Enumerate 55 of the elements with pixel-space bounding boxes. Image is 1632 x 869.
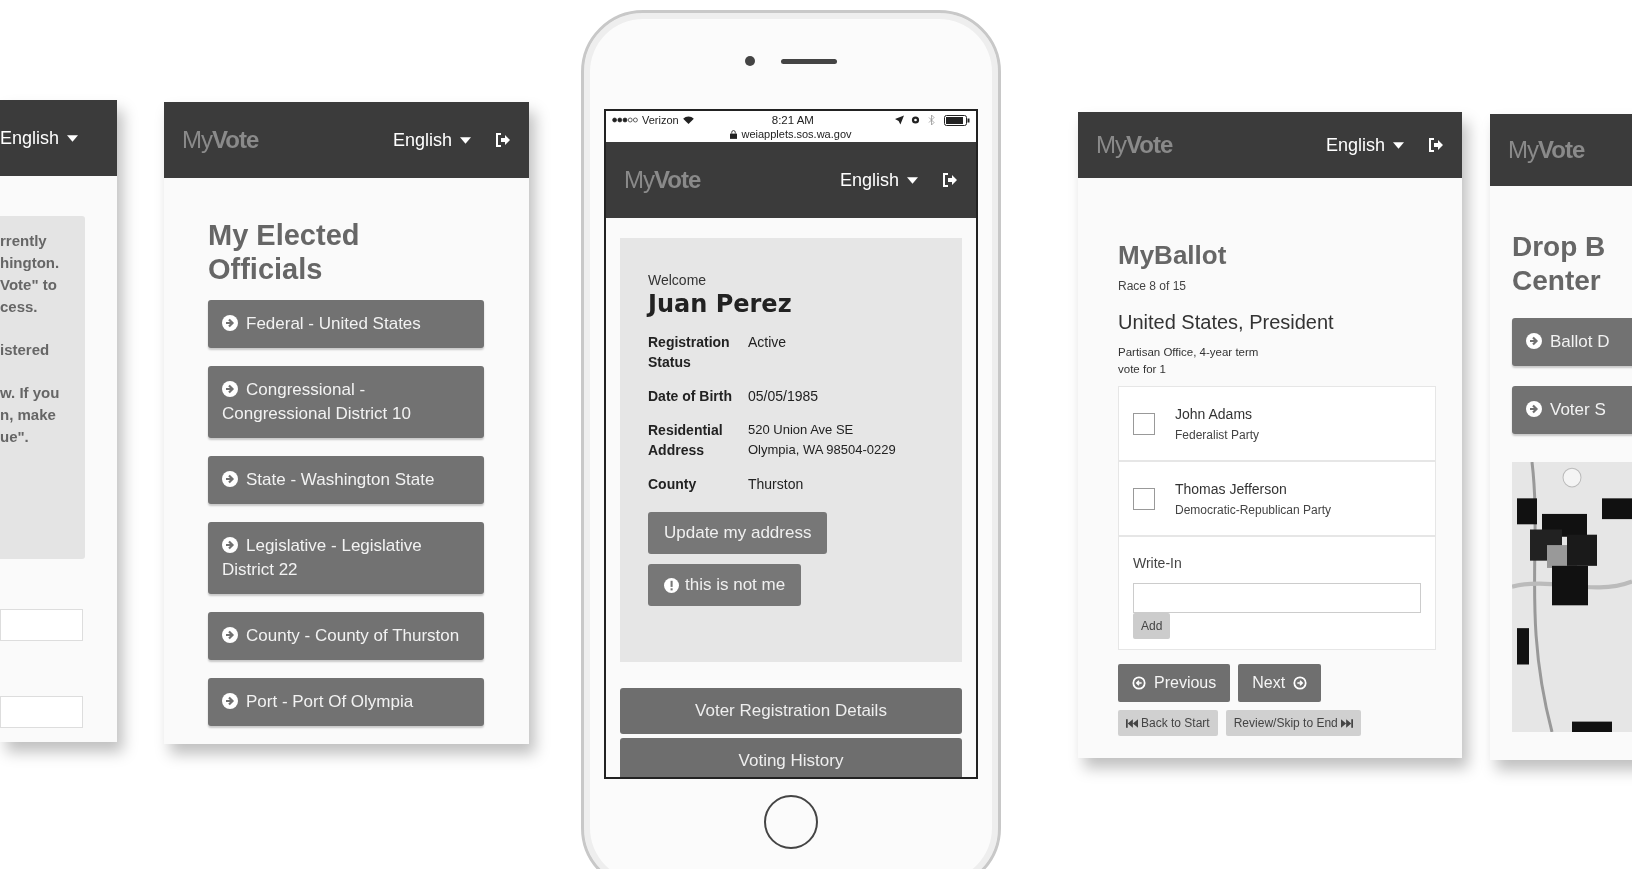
- detail-value: Thurston: [748, 475, 805, 494]
- next-button[interactable]: Next: [1238, 664, 1322, 702]
- detail-label: Date of Birth: [648, 387, 733, 406]
- official-button[interactable]: Port - Port Of Olympia: [208, 678, 484, 726]
- language-dropdown[interactable]: English: [1325, 134, 1404, 156]
- race-counter: Race 8 of 15: [1118, 279, 1188, 293]
- language-dropdown[interactable]: English: [839, 169, 918, 191]
- candidate-name: John Adams: [1175, 405, 1254, 422]
- office-note: Partisan Office, 4-year term: [1118, 345, 1260, 360]
- clock-text: 8:21 AM: [771, 114, 814, 126]
- candidate-row[interactable]: Thomas Jefferson Democratic-Republican Party: [1119, 462, 1435, 537]
- back-to-start-button[interactable]: Back to Start: [1118, 710, 1218, 736]
- candidate-name: Thomas Jefferson: [1175, 480, 1288, 497]
- write-in-label: Write-In: [1133, 555, 1183, 571]
- detail-value: Active: [748, 333, 788, 352]
- official-button[interactable]: Federal - United States: [208, 300, 484, 348]
- detail-label: Residential Address: [648, 421, 724, 460]
- candidate-party: Federalist Party: [1175, 427, 1260, 442]
- page-title: MyBallot: [1118, 240, 1228, 271]
- candidate-party: Democratic-Republican Party: [1175, 502, 1332, 517]
- user-name: Juan Perez: [648, 290, 792, 318]
- office-note: vote for 1: [1118, 362, 1167, 377]
- welcome-label: Welcome: [648, 272, 707, 288]
- info-text: istered: [0, 340, 51, 360]
- logo[interactable]: MyVote: [1096, 131, 1173, 159]
- logo[interactable]: MyVote: [182, 126, 259, 154]
- official-button[interactable]: County - County of Thurston: [208, 612, 484, 660]
- previous-button[interactable]: Previous: [1118, 664, 1231, 702]
- page-title: My Elected Officials: [208, 218, 361, 286]
- detail-label: County: [648, 475, 698, 494]
- info-text: rrently hington. Vote" to cess.: [0, 231, 61, 317]
- detail-label: Registration Status: [648, 333, 731, 372]
- language-dropdown[interactable]: English: [392, 129, 471, 151]
- language-dropdown[interactable]: English: [0, 127, 79, 149]
- link-button[interactable]: Ballot D: [1512, 318, 1632, 366]
- add-button[interactable]: Add: [1133, 613, 1171, 639]
- info-text: w. If you n, make ue".: [0, 383, 61, 447]
- section-button[interactable]: Voting History: [620, 738, 962, 777]
- page-title: Drop B Center: [1512, 230, 1607, 298]
- link-button[interactable]: Voter S: [1512, 386, 1632, 434]
- carrier-text: Verizon: [642, 114, 679, 126]
- office-title: United States, President: [1118, 311, 1335, 334]
- detail-value: 05/05/1985: [748, 387, 820, 406]
- action-button[interactable]: this is not me: [648, 564, 802, 606]
- url-bar[interactable]: weiapplets.sos.wa.gov: [612, 128, 970, 140]
- official-button[interactable]: Legislative - Legislative District 22: [208, 522, 484, 594]
- candidate-row[interactable]: John Adams Federalist Party: [1119, 387, 1435, 462]
- section-button[interactable]: Voter Registration Details: [620, 688, 962, 734]
- logo[interactable]: MyVote: [624, 166, 701, 194]
- official-button[interactable]: Congressional - Congressional District 10: [208, 366, 484, 438]
- skip-to-end-button[interactable]: Review/Skip to End: [1225, 710, 1361, 736]
- official-button[interactable]: State - Washington State: [208, 456, 484, 504]
- logo[interactable]: MyVote: [1508, 136, 1585, 164]
- detail-value: 520 Union Ave SE Olympia, WA 98504-0229: [748, 421, 896, 459]
- action-button[interactable]: Update my address: [648, 512, 828, 554]
